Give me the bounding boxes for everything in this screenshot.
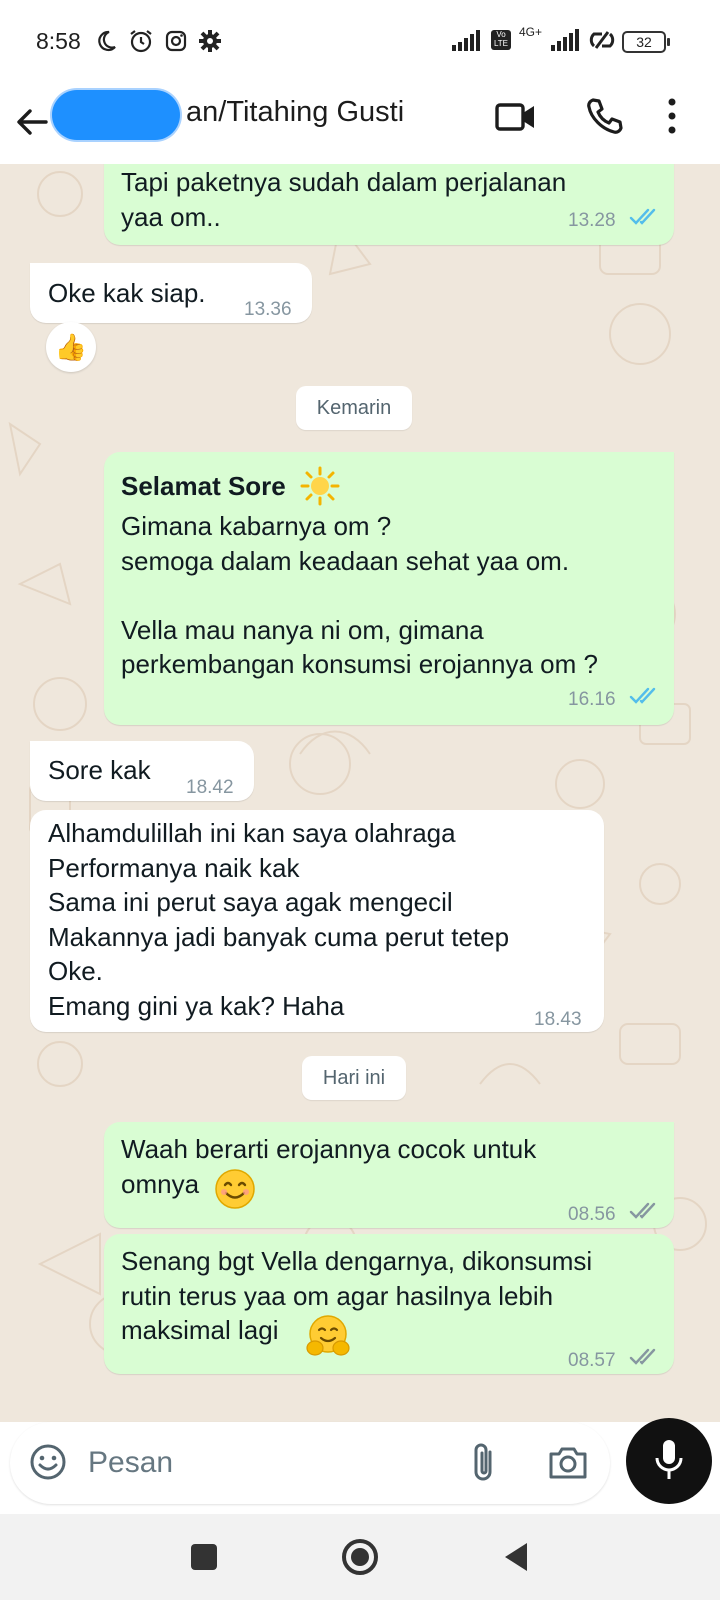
message-text: Gimana kabarnya om ? semoga dalam keadaa… bbox=[121, 511, 598, 679]
message-time: 13.36 bbox=[244, 299, 292, 320]
message-time: 08.56 bbox=[568, 1204, 616, 1225]
back-arrow-icon[interactable] bbox=[12, 102, 52, 142]
system-navigation-bar bbox=[0, 1514, 720, 1600]
emoji-icon[interactable] bbox=[28, 1442, 68, 1482]
microphone-icon bbox=[655, 1440, 683, 1479]
message-time: 08.57 bbox=[568, 1350, 616, 1371]
do-not-disturb-moon-icon bbox=[98, 30, 116, 52]
delivered-receipt-icon bbox=[629, 1202, 656, 1219]
delivered-receipt-icon bbox=[629, 1348, 656, 1365]
message-text: Tapi paketnya sudah dalam perjalanan yaa… bbox=[121, 167, 567, 232]
message-composer bbox=[0, 1418, 720, 1514]
message-time: 16.16 bbox=[568, 689, 616, 710]
avatar[interactable] bbox=[52, 90, 180, 140]
chat-messages-area[interactable]: Tapi paketnya sudah dalam perjalanan yaa… bbox=[0, 164, 720, 1422]
message-bubble-outgoing[interactable]: Senang bgt Vella dengarnya, dikonsumsi r… bbox=[104, 1234, 674, 1374]
status-system-icons: Vo LTE 4G+ bbox=[451, 25, 616, 52]
read-receipt-icon bbox=[629, 687, 656, 704]
message-text: Sore kak bbox=[48, 755, 151, 785]
message-input-container[interactable] bbox=[10, 1422, 610, 1504]
message-time: 18.42 bbox=[186, 777, 234, 798]
alarm-clock-icon bbox=[130, 30, 152, 53]
message-time: 18.43 bbox=[534, 1009, 582, 1030]
settings-gear-icon bbox=[199, 30, 221, 52]
contact-name[interactable]: an/Titahing Gusti bbox=[186, 96, 404, 129]
message-bubble-outgoing[interactable]: Waah berarti erojannya cocok untuk omnya… bbox=[104, 1122, 674, 1228]
instagram-icon bbox=[165, 30, 187, 52]
message-time: 13.28 bbox=[568, 210, 616, 231]
video-call-icon[interactable] bbox=[494, 99, 538, 135]
hugging-face-emoji-icon bbox=[306, 1315, 350, 1356]
hotspot-link-icon bbox=[589, 31, 615, 49]
message-bubble-incoming[interactable]: Alhamdulillah ini kan saya olahraga Perf… bbox=[30, 810, 604, 1032]
camera-icon[interactable] bbox=[548, 1444, 588, 1480]
date-separator: Hari ini bbox=[302, 1056, 406, 1100]
smiling-face-emoji-icon bbox=[215, 1169, 255, 1209]
chat-header: an/Titahing Gusti bbox=[0, 84, 720, 164]
message-text: Waah berarti erojannya cocok untuk omnya bbox=[121, 1134, 537, 1199]
message-title: Selamat Sore bbox=[121, 471, 286, 501]
recent-apps-icon[interactable] bbox=[181, 1534, 227, 1580]
message-reaction[interactable]: 👍 bbox=[46, 322, 96, 372]
voice-record-button[interactable] bbox=[626, 1418, 712, 1504]
volte-badge: Vo LTE bbox=[490, 30, 511, 50]
message-bubble-incoming[interactable]: Oke kak siap. 13.36 bbox=[30, 263, 312, 323]
status-time: 8:58 bbox=[36, 28, 81, 54]
back-navigation-icon[interactable] bbox=[493, 1534, 539, 1580]
message-text: Senang bgt Vella dengarnya, dikonsumsi r… bbox=[121, 1246, 593, 1345]
signal-strength-icon-2 bbox=[551, 29, 579, 51]
voice-call-icon[interactable] bbox=[584, 96, 624, 136]
network-type-label: 4G+ bbox=[518, 25, 542, 39]
message-input[interactable] bbox=[86, 1440, 450, 1486]
message-bubble-incoming[interactable]: Sore kak 18.42 bbox=[30, 741, 254, 801]
sun-emoji-icon bbox=[300, 466, 340, 506]
read-receipt-icon bbox=[629, 208, 656, 225]
signal-strength-icon bbox=[451, 30, 480, 51]
more-options-icon[interactable] bbox=[664, 96, 680, 136]
attach-paperclip-icon[interactable] bbox=[468, 1442, 498, 1484]
status-bar: 8:58 Vo LTE 4G+ 32 bbox=[0, 0, 720, 84]
message-bubble-outgoing[interactable]: Selamat Sore Gimana kabarnya om ? semoga… bbox=[104, 452, 674, 725]
battery-indicator: 32 bbox=[622, 31, 670, 53]
home-icon[interactable] bbox=[337, 1534, 383, 1580]
date-separator: Kemarin bbox=[296, 386, 412, 430]
message-text: Oke kak siap. bbox=[48, 278, 206, 308]
message-text: Alhamdulillah ini kan saya olahraga Perf… bbox=[48, 818, 510, 1021]
status-notification-icons bbox=[94, 28, 222, 54]
message-bubble-outgoing[interactable]: Tapi paketnya sudah dalam perjalanan yaa… bbox=[104, 164, 674, 245]
